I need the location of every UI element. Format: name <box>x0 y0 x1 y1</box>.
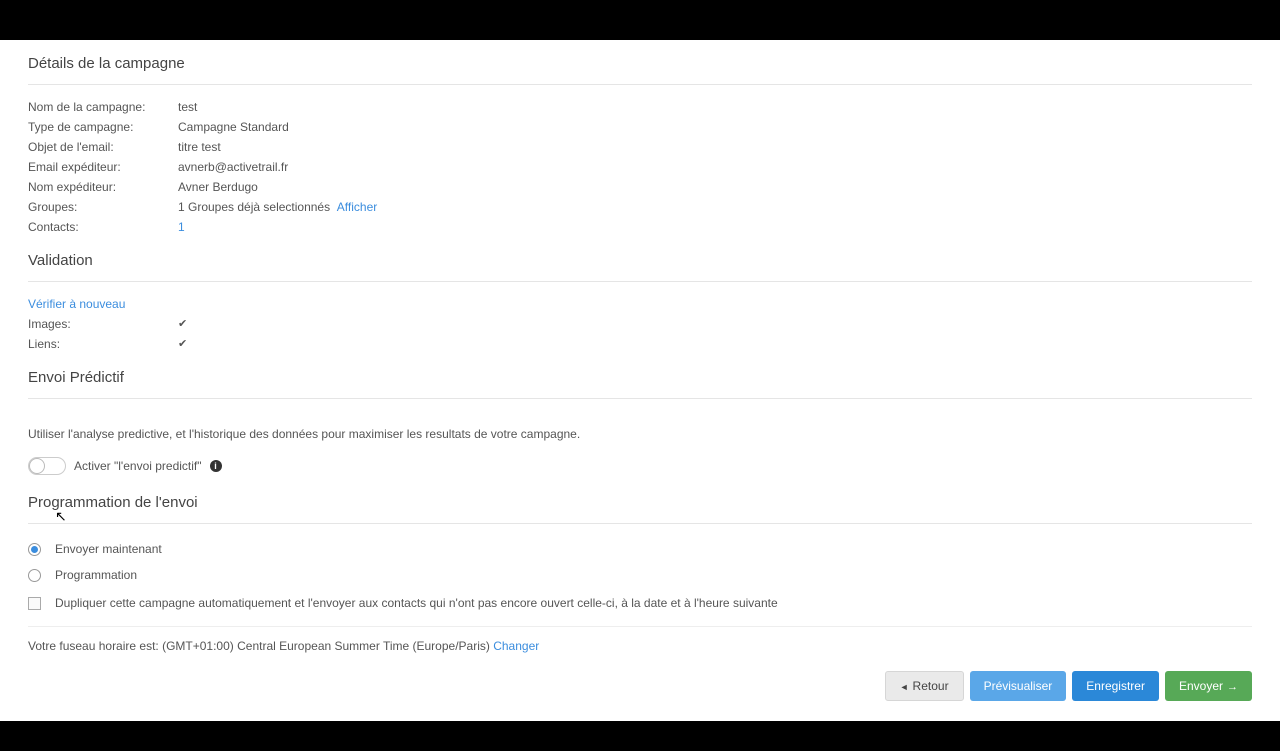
info-icon[interactable]: i <box>210 460 222 472</box>
timezone-change-link[interactable]: Changer <box>493 639 539 653</box>
duplicate-checkbox[interactable] <box>28 597 41 610</box>
subject-value: titre test <box>178 140 221 154</box>
validation-row-links: Liens: ✔ <box>28 334 1252 354</box>
validation-row-images: Images: ✔ <box>28 314 1252 334</box>
reverify-link[interactable]: Vérifier à nouveau <box>28 297 125 311</box>
save-button[interactable]: Enregistrer <box>1072 671 1159 701</box>
radio-schedule[interactable] <box>28 569 41 582</box>
contacts-value[interactable]: 1 <box>178 220 185 234</box>
contacts-label: Contacts: <box>28 220 178 234</box>
links-check-icon: ✔ <box>178 337 187 351</box>
images-check-icon: ✔ <box>178 317 187 331</box>
timezone-text: Votre fuseau horaire est: (GMT+01:00) Ce… <box>28 639 490 653</box>
images-label: Images: <box>28 317 178 331</box>
duplicate-label: Dupliquer cette campagne automatiquement… <box>55 596 778 610</box>
detail-row-sender-email: Email expéditeur: avnerb@activetrail.fr <box>28 157 1252 177</box>
preview-button[interactable]: Prévisualiser <box>970 671 1067 701</box>
detail-row-sender-name: Nom expéditeur: Avner Berdugo <box>28 177 1252 197</box>
detail-row-name: Nom de la campagne: test <box>28 97 1252 117</box>
detail-row-groups: Groupes: 1 Groupes déjà selectionnés Aff… <box>28 197 1252 217</box>
detail-row-subject: Objet de l'email: titre test <box>28 137 1252 157</box>
window-top-bar <box>0 0 1280 40</box>
sender-name-value: Avner Berdugo <box>178 180 258 194</box>
radio-send-now-row: Envoyer maintenant <box>28 536 1252 562</box>
detail-row-type: Type de campagne: Campagne Standard <box>28 117 1252 137</box>
predictive-toggle[interactable] <box>28 457 66 475</box>
footer-buttons: Retour Prévisualiser Enregistrer Envoyer <box>28 653 1252 701</box>
predictive-description: Utiliser l'analyse predictive, et l'hist… <box>28 411 1252 449</box>
back-button[interactable]: Retour <box>885 671 964 701</box>
sender-email-label: Email expéditeur: <box>28 160 178 174</box>
validation-section-title: Validation <box>28 237 1252 282</box>
predictive-toggle-label: Activer "l'envoi predictif" <box>74 459 202 473</box>
sender-name-label: Nom expéditeur: <box>28 180 178 194</box>
groups-value: 1 Groupes déjà selectionnés <box>178 200 330 214</box>
type-label: Type de campagne: <box>28 120 178 134</box>
details-section-title: Détails de la campagne <box>28 40 1252 85</box>
toggle-knob <box>29 458 45 474</box>
timezone-row: Votre fuseau horaire est: (GMT+01:00) Ce… <box>28 626 1252 653</box>
schedule-section-title: Programmation de l'envoi <box>28 479 1252 524</box>
name-value: test <box>178 100 197 114</box>
radio-send-now[interactable] <box>28 543 41 556</box>
groups-show-link[interactable]: Afficher <box>337 200 377 214</box>
duplicate-row: Dupliquer cette campagne automatiquement… <box>28 588 1252 618</box>
window-bottom-bar <box>0 721 1280 751</box>
send-button[interactable]: Envoyer <box>1165 671 1252 701</box>
type-value: Campagne Standard <box>178 120 289 134</box>
reverify-row: Vérifier à nouveau <box>28 294 1252 314</box>
predictive-section-title: Envoi Prédictif <box>28 354 1252 399</box>
radio-schedule-label: Programmation <box>55 568 137 582</box>
radio-schedule-row: Programmation <box>28 562 1252 588</box>
predictive-toggle-row: Activer "l'envoi predictif" i <box>28 449 1252 479</box>
links-label: Liens: <box>28 337 178 351</box>
detail-row-contacts: Contacts: 1 <box>28 217 1252 237</box>
radio-send-now-label: Envoyer maintenant <box>55 542 162 556</box>
subject-label: Objet de l'email: <box>28 140 178 154</box>
groups-label: Groupes: <box>28 200 178 214</box>
page-content: Détails de la campagne Nom de la campagn… <box>0 40 1280 721</box>
name-label: Nom de la campagne: <box>28 100 178 114</box>
sender-email-value: avnerb@activetrail.fr <box>178 160 288 174</box>
